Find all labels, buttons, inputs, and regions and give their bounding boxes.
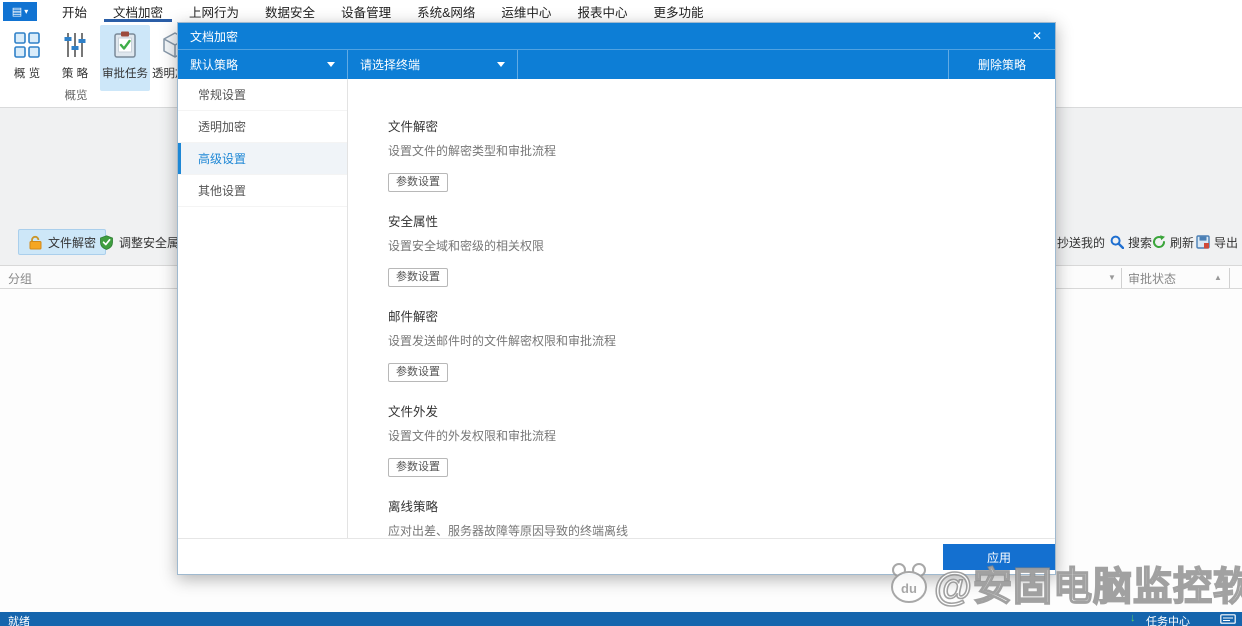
ribbon-item-approval-tasks[interactable]: 审批任务 xyxy=(100,25,150,91)
menu-tab-device-management[interactable]: 设备管理 xyxy=(328,0,404,22)
filter-caret-icon[interactable]: ▼ xyxy=(1108,273,1116,282)
export-label: 导出 xyxy=(1214,234,1238,251)
ribbon-item-overview[interactable]: 概 览 xyxy=(4,25,50,91)
dialog-titlebar: 文档加密 ✕ xyxy=(178,23,1055,49)
ribbon-item-label: 概 览 xyxy=(14,65,40,81)
column-divider xyxy=(1121,268,1122,288)
menu-tab-data-security[interactable]: 数据安全 xyxy=(252,0,328,22)
task-center-button[interactable]: 任务中心 xyxy=(1146,613,1190,626)
param-settings-button[interactable]: 参数设置 xyxy=(388,458,448,477)
menu-tab-more-features[interactable]: 更多功能 xyxy=(640,0,716,22)
chevron-down-icon xyxy=(327,62,335,67)
column-header-approval-status[interactable]: 审批状态 xyxy=(1128,270,1176,287)
section-description: 应对出差、服务器故障等原因导致的终端离线 xyxy=(388,524,1055,538)
dialog-body: 常规设置 透明加密 高级设置 其他设置 文件解密 设置文件的解密类型和审批流程 … xyxy=(178,79,1055,574)
section-file-decrypt: 文件解密 设置文件的解密类型和审批流程 参数设置 xyxy=(388,119,1055,192)
app-menu-icon: ▤ xyxy=(12,5,22,18)
refresh-button[interactable]: 刷新 xyxy=(1152,233,1194,251)
section-title: 文件解密 xyxy=(388,119,1055,135)
ribbon-item-label: 审批任务 xyxy=(102,65,148,81)
cc-mine-button[interactable]: 抄送我的 xyxy=(1057,233,1105,251)
param-settings-button[interactable]: 参数设置 xyxy=(388,363,448,382)
menu-tab-web-behavior[interactable]: 上网行为 xyxy=(176,0,252,22)
param-settings-button[interactable]: 参数设置 xyxy=(388,268,448,287)
menu-tab-start[interactable]: 开始 xyxy=(49,0,100,22)
search-icon xyxy=(1110,235,1124,249)
cc-mine-label: 抄送我的 xyxy=(1057,234,1105,251)
statusbar: 就绪 ↓ 任务中心 xyxy=(0,612,1242,626)
section-file-outgoing: 文件外发 设置文件的外发权限和审批流程 参数设置 xyxy=(388,404,1055,477)
download-arrow-icon: ↓ xyxy=(1130,612,1136,624)
sidebar-item-general-settings[interactable]: 常规设置 xyxy=(178,79,347,111)
dialog-select-row: 默认策略 请选择终端 删除策略 xyxy=(178,49,1055,79)
menu-tab-doc-encryption[interactable]: 文档加密 xyxy=(100,0,176,22)
shield-icon xyxy=(99,235,114,250)
dialog-footer: 应用 xyxy=(178,538,1055,574)
refresh-label: 刷新 xyxy=(1170,234,1194,251)
dialog-title: 文档加密 xyxy=(190,28,238,45)
section-title: 安全属性 xyxy=(388,214,1055,230)
sort-caret-icon: ▲ xyxy=(1214,273,1222,282)
app-menu-button[interactable]: ▤ ▾ xyxy=(3,2,37,21)
section-description: 设置文件的外发权限和审批流程 xyxy=(388,429,1055,444)
section-title: 离线策略 xyxy=(388,499,1055,515)
menu-tab-report-center[interactable]: 报表中心 xyxy=(564,0,640,22)
dialog-sidebar: 常规设置 透明加密 高级设置 其他设置 xyxy=(178,79,348,574)
lock-icon xyxy=(28,235,43,250)
param-settings-button[interactable]: 参数设置 xyxy=(388,173,448,192)
apply-button[interactable]: 应用 xyxy=(943,544,1055,570)
sidebar-item-other-settings[interactable]: 其他设置 xyxy=(178,175,347,207)
select-row-spacer xyxy=(518,50,949,79)
export-icon xyxy=(1196,235,1210,249)
chevron-down-icon xyxy=(497,62,505,67)
column-divider xyxy=(1229,268,1230,288)
column-header-group[interactable]: 分组 xyxy=(8,270,32,287)
section-description: 设置安全域和密级的相关权限 xyxy=(388,239,1055,254)
file-decrypt-label: 文件解密 xyxy=(48,234,96,251)
status-ready-label: 就绪 xyxy=(8,613,30,626)
section-description: 设置文件的解密类型和审批流程 xyxy=(388,144,1055,159)
policy-dropdown-value: 默认策略 xyxy=(190,56,238,73)
search-button[interactable]: 搜索 xyxy=(1110,233,1152,251)
export-button[interactable]: 导出 xyxy=(1196,233,1238,251)
sliders-icon xyxy=(61,31,89,59)
section-mail-decrypt: 邮件解密 设置发送邮件时的文件解密权限和审批流程 参数设置 xyxy=(388,309,1055,382)
menu-tabs: 开始 文档加密 上网行为 数据安全 设备管理 系统&网络 运维中心 报表中心 更… xyxy=(49,0,716,22)
clipboard-check-icon xyxy=(112,31,138,59)
doc-encryption-dialog: 文档加密 ✕ 默认策略 请选择终端 删除策略 常规设置 透明加密 高级设置 其他… xyxy=(177,22,1056,575)
section-security-attr: 安全属性 设置安全域和密级的相关权限 参数设置 xyxy=(388,214,1055,287)
menu-tab-ops-center[interactable]: 运维中心 xyxy=(488,0,564,22)
menu-tab-system-network[interactable]: 系统&网络 xyxy=(404,0,488,22)
search-label: 搜索 xyxy=(1128,234,1152,251)
grid-icon xyxy=(13,31,41,59)
section-title: 邮件解密 xyxy=(388,309,1055,325)
ribbon-item-policy[interactable]: 策 略 xyxy=(52,25,98,91)
sidebar-item-transparent-encryption[interactable]: 透明加密 xyxy=(178,111,347,143)
close-icon[interactable]: ✕ xyxy=(1027,27,1047,45)
terminal-dropdown-value: 请选择终端 xyxy=(360,56,420,73)
dialog-content: 文件解密 设置文件的解密类型和审批流程 参数设置 安全属性 设置安全域和密级的相… xyxy=(348,79,1055,538)
refresh-icon xyxy=(1152,235,1166,249)
monitor-icon[interactable] xyxy=(1220,614,1236,626)
ribbon-item-label: 策 略 xyxy=(62,65,88,81)
ribbon-group-label: 概览 xyxy=(58,87,94,103)
menubar: ▤ ▾ 开始 文档加密 上网行为 数据安全 设备管理 系统&网络 运维中心 报表… xyxy=(0,0,1242,22)
section-title: 文件外发 xyxy=(388,404,1055,420)
policy-dropdown[interactable]: 默认策略 xyxy=(178,50,348,79)
section-description: 设置发送邮件时的文件解密权限和审批流程 xyxy=(388,334,1055,349)
chevron-down-icon: ▾ xyxy=(24,7,28,16)
delete-policy-button[interactable]: 删除策略 xyxy=(949,50,1055,79)
section-offline-policy: 离线策略 应对出差、服务器故障等原因导致的终端离线 xyxy=(388,499,1055,538)
terminal-dropdown[interactable]: 请选择终端 xyxy=(348,50,518,79)
sidebar-item-advanced-settings[interactable]: 高级设置 xyxy=(178,143,347,175)
